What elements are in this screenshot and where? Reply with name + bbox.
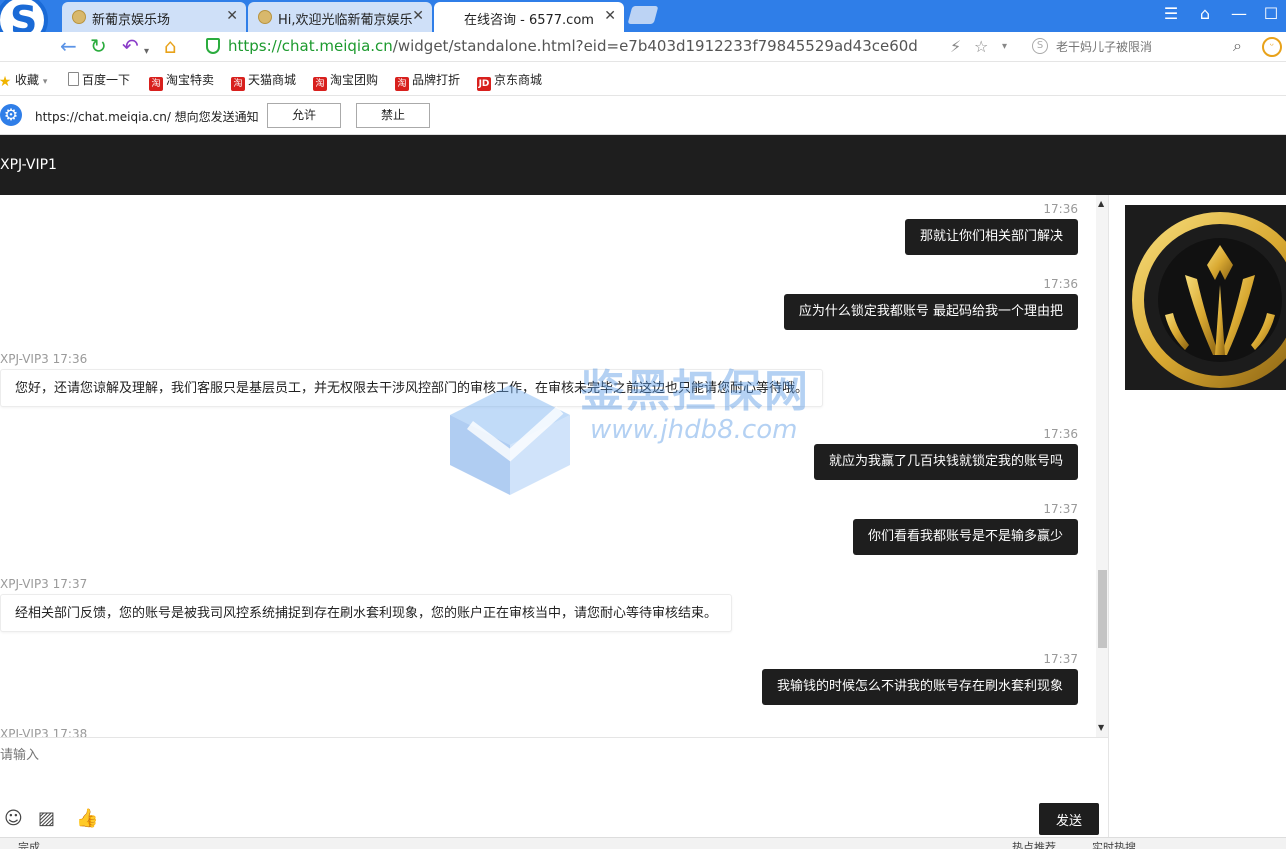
bookmark-taobao-group[interactable]: 淘淘宝团购: [313, 71, 378, 91]
tab-3-active[interactable]: 在线咨询 - 6577.com ✕: [434, 2, 624, 32]
menu-icon[interactable]: ☰: [1156, 2, 1186, 28]
notification-permission-bar: ⚙ https://chat.meiqia.cn/ 想向您发送通知 允许 禁止: [0, 96, 1286, 135]
browser-tab-bar: 新葡京娱乐场 ✕ Hi,欢迎光临新葡京娱乐 ✕ 在线咨询 - 6577.com …: [0, 0, 1286, 46]
message-bubble-incoming: 您好，还请您谅解及理解，我们客服只是基层员工，并无权限去干涉风控部门的审核工作，…: [0, 369, 824, 407]
gear-icon: ⚙: [0, 104, 22, 126]
secure-shield-icon: [206, 38, 220, 54]
message-sender: XPJ-VIP3 17:37: [0, 577, 88, 591]
casino-favicon-icon: [72, 10, 86, 24]
close-icon[interactable]: ✕: [226, 8, 238, 24]
tab-title: Hi,欢迎光临新葡京娱乐: [278, 13, 413, 28]
refresh-icon[interactable]: ↻: [90, 36, 107, 56]
bookmark-tmall[interactable]: 淘天猫商城: [231, 71, 296, 91]
star-icon[interactable]: ☆: [974, 37, 988, 56]
bookmark-label: 淘宝团购: [330, 73, 379, 87]
new-tab-button[interactable]: [627, 6, 659, 24]
chevron-down-icon[interactable]: ▾: [1002, 41, 1007, 52]
back-arrow-icon[interactable]: ←: [60, 36, 77, 56]
message-time: 17:36: [1043, 202, 1078, 216]
message-sender: XPJ-VIP3 17:38: [0, 727, 88, 737]
message-time: 17:37: [1043, 652, 1078, 666]
bookmarks-bar: ★ 收藏 ▾ 百度一下 淘淘宝特卖 淘天猫商城 淘淘宝团购 淘品牌打折 JD 京东商…: [0, 62, 1286, 96]
casino-logo-icon: [1132, 212, 1286, 388]
status-bar: 完成 热点推荐 实时热搜: [0, 837, 1286, 849]
bookmark-label: 京东商城: [494, 73, 543, 87]
bookmark-label: 淘宝特卖: [166, 73, 215, 87]
smiley-icon[interactable]: ᵕ: [1262, 37, 1282, 57]
deny-button[interactable]: 禁止: [356, 103, 430, 128]
live-hot-search[interactable]: 实时热搜: [1092, 839, 1136, 849]
scroll-down-icon[interactable]: ▼: [1098, 723, 1104, 732]
bookmark-favorites[interactable]: ★ 收藏 ▾: [0, 71, 47, 89]
search-engine-icon[interactable]: S: [1032, 38, 1048, 54]
casino-favicon-icon: [258, 10, 272, 24]
page-icon: [68, 72, 79, 86]
send-button[interactable]: 发送: [1039, 803, 1099, 835]
thumbs-up-icon[interactable]: 👍: [76, 808, 98, 829]
close-icon[interactable]: ✕: [412, 8, 424, 24]
message-bubble-outgoing: 你们看看我都账号是不是输多赢少: [852, 519, 1078, 555]
tab-1[interactable]: 新葡京娱乐场 ✕: [62, 2, 246, 32]
tab-title: 新葡京娱乐场: [92, 13, 171, 28]
bookmark-brand-discount[interactable]: 淘品牌打折: [395, 71, 460, 91]
casino-logo-image: [1125, 205, 1286, 390]
undo-icon[interactable]: ↶: [122, 36, 139, 56]
side-panel: [1108, 195, 1286, 837]
tab-title: 在线咨询 - 6577.com: [464, 13, 594, 28]
home-icon[interactable]: ⌂: [164, 36, 177, 56]
notification-text: https://chat.meiqia.cn/ 想向您发送通知: [35, 110, 259, 124]
minimize-icon[interactable]: —: [1224, 2, 1254, 28]
close-icon[interactable]: ✕: [604, 8, 616, 24]
scroll-thumb[interactable]: [1098, 570, 1107, 648]
skin-icon[interactable]: ⌂: [1190, 2, 1220, 28]
chat-scrollbar[interactable]: ▲ ▼: [1096, 195, 1108, 737]
address-toolbar: ← ↻ ↶ ▾ ⌂ https://chat.meiqia.cn/widget/…: [0, 32, 1286, 62]
bookmark-label: 天猫商城: [248, 73, 297, 87]
url-scheme: https://: [228, 37, 282, 55]
jd-icon: JD: [477, 77, 491, 91]
message-bubble-outgoing: 我输钱的时候怎么不讲我的账号存在刷水套利现象: [761, 669, 1078, 705]
chat-header: XPJ-VIP1: [0, 135, 1286, 195]
star-icon: ★: [0, 74, 12, 90]
scroll-up-icon[interactable]: ▲: [1098, 199, 1104, 208]
taobao-icon: 淘: [231, 77, 245, 91]
hot-recommend[interactable]: 热点推荐: [1012, 839, 1056, 849]
taobao-icon: 淘: [395, 77, 409, 91]
maximize-icon[interactable]: ☐: [1256, 2, 1286, 28]
search-icon[interactable]: ⌕: [1233, 36, 1242, 56]
message-time: 17:36: [1043, 277, 1078, 291]
allow-button[interactable]: 允许: [267, 103, 341, 128]
search-input[interactable]: [1056, 37, 1226, 57]
message-bubble-outgoing: 应为什么锁定我都账号 最起码给我一个理由把: [783, 294, 1078, 330]
status-text: 完成: [18, 841, 40, 849]
message-input[interactable]: [0, 744, 1100, 794]
taobao-icon: 淘: [149, 77, 163, 91]
message-bubble-outgoing: 那就让你们相关部门解决: [904, 219, 1078, 255]
chevron-down-icon: ▾: [42, 77, 48, 87]
search-box: S ⌕: [1030, 35, 1250, 59]
chat-input-area: ☺ ▨ 👍 发送: [0, 737, 1108, 837]
tab-2[interactable]: Hi,欢迎光临新葡京娱乐 ✕: [248, 2, 432, 32]
chat-title: XPJ-VIP1: [0, 157, 57, 173]
bookmark-label: 百度一下: [82, 73, 131, 87]
message-time: 17:36: [1043, 427, 1078, 441]
lightning-icon[interactable]: ⚡: [950, 37, 961, 56]
bookmark-taobao-sale[interactable]: 淘淘宝特卖: [149, 71, 214, 91]
message-bubble-outgoing: 就应为我赢了几百块钱就锁定我的账号吗: [813, 444, 1078, 480]
message-time: 17:37: [1043, 502, 1078, 516]
bookmark-baidu[interactable]: 百度一下: [68, 71, 130, 88]
url-field[interactable]: https://chat.meiqia.cn/widget/standalone…: [228, 37, 918, 55]
chevron-down-icon[interactable]: ▾: [144, 42, 149, 62]
bookmark-label: 品牌打折: [412, 73, 461, 87]
message-sender: XPJ-VIP3 17:36: [0, 352, 88, 366]
emoji-icon[interactable]: ☺: [4, 808, 23, 829]
image-icon[interactable]: ▨: [38, 808, 55, 829]
url-host: chat.meiqia.cn: [281, 37, 393, 55]
bookmark-label: 收藏: [15, 73, 40, 87]
bookmark-jd[interactable]: JD 京东商城: [477, 71, 542, 91]
chat-messages[interactable]: 17:36 那就让你们相关部门解决 17:36 应为什么锁定我都账号 最起码给我…: [0, 195, 1096, 737]
url-path: /widget/standalone.html?eid=e7b403d19122…: [392, 37, 918, 55]
taobao-icon: 淘: [313, 77, 327, 91]
message-bubble-incoming: 经相关部门反馈，您的账号是被我司风控系统捕捉到存在刷水套利现象，您的账户正在审核…: [0, 594, 733, 632]
